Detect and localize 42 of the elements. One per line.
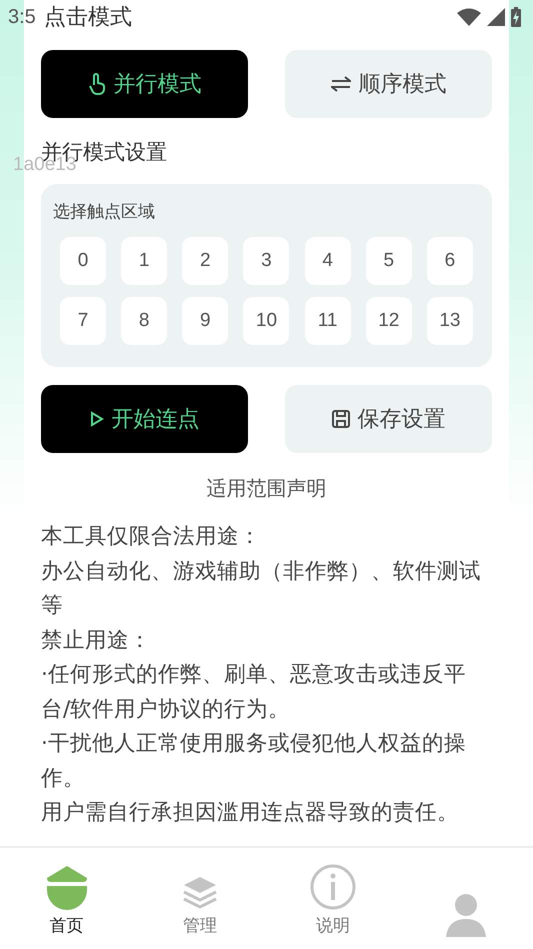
notice-text: 办公自动化、游戏辅助（非作弊）、软件测试等: [41, 558, 482, 620]
signal-icon: [487, 8, 505, 26]
zone-button[interactable]: 8: [121, 297, 168, 345]
mode-button[interactable]: 顺序模式: [285, 50, 492, 118]
notice-title: 适用范围声明: [206, 475, 328, 502]
save-button[interactable]: 保存设置: [285, 385, 492, 453]
wifi-icon: [457, 8, 481, 26]
nav-tab[interactable]: 首页: [22, 856, 112, 936]
nav-tab[interactable]: 管理: [154, 856, 245, 936]
zone-button[interactable]: 12: [366, 297, 412, 345]
info-icon: [310, 864, 356, 910]
zone-button[interactable]: 6: [426, 237, 473, 285]
notice-text: 本工具仅限合法用途：: [41, 523, 262, 551]
zone-button[interactable]: 7: [60, 297, 106, 345]
swap-icon: [330, 76, 350, 92]
start-button[interactable]: 开始连点: [41, 385, 248, 453]
page-title: 点击模式: [44, 4, 132, 32]
mode-button[interactable]: 并行模式: [41, 50, 248, 118]
status-time: 3:5: [8, 6, 36, 28]
nav-tab[interactable]: 说明: [288, 856, 378, 936]
zone-button[interactable]: 3: [243, 237, 290, 285]
zone-button[interactable]: 5: [366, 237, 412, 285]
battery-icon: [511, 7, 521, 27]
layers-icon: [182, 876, 217, 910]
zone-button[interactable]: 0: [60, 237, 106, 285]
home-icon: [46, 866, 87, 910]
notice-text: 禁止用途：: [41, 626, 152, 654]
zone-button[interactable]: 10: [243, 297, 290, 345]
person-icon: [446, 892, 486, 936]
play-icon: [90, 411, 104, 427]
zone-button[interactable]: 4: [304, 237, 351, 285]
panel-label: 选择触点区域: [53, 201, 156, 223]
notice-text: ·任何形式的作弊、刷单、恶意攻击或违反平台/软件用户协议的行为。: [41, 661, 467, 724]
zone-button[interactable]: 2: [182, 237, 228, 285]
zone-button[interactable]: 13: [426, 297, 473, 345]
notice-text: ·干扰他人正常使用服务或侵犯他人权益的操作。: [41, 730, 467, 792]
zone-button[interactable]: 9: [182, 297, 228, 345]
hand-icon: [88, 73, 106, 95]
zone-button[interactable]: 1: [121, 237, 168, 285]
save-icon: [332, 410, 350, 428]
zone-button[interactable]: 11: [304, 297, 351, 345]
notice-text: 用户需自行承担因滥用连点器导致的责任。: [41, 799, 460, 827]
